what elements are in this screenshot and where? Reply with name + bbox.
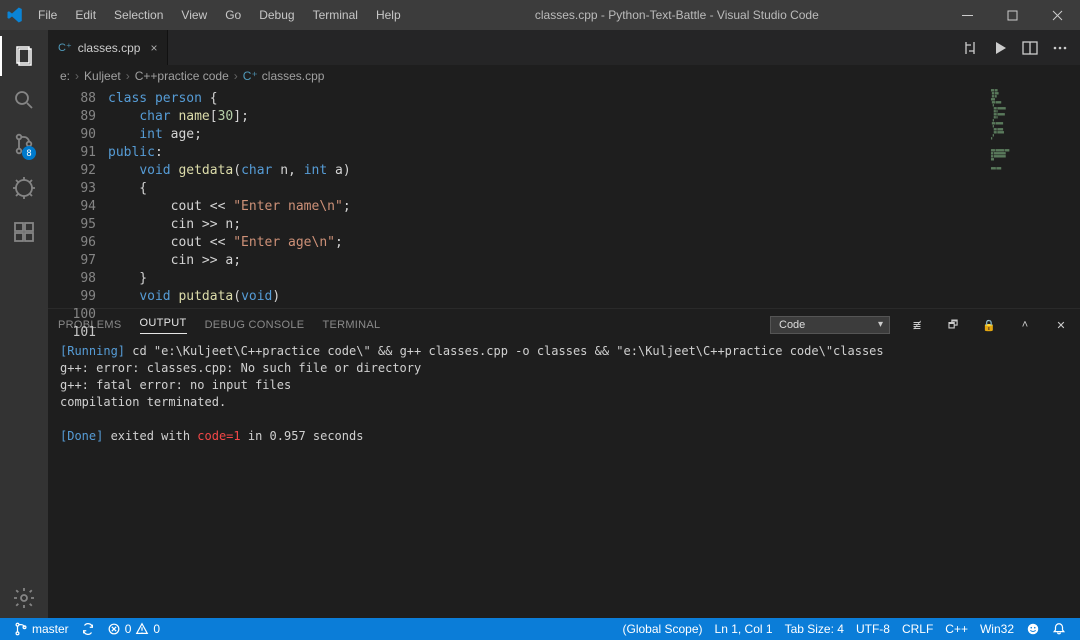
window-title: classes.cpp - Python-Text-Battle - Visua… bbox=[409, 8, 945, 22]
output-text: [Done] bbox=[60, 429, 103, 443]
debug-activity[interactable] bbox=[0, 168, 48, 208]
window-controls bbox=[945, 0, 1080, 30]
close-button[interactable] bbox=[1035, 0, 1080, 30]
breadcrumb[interactable]: e:› Kuljeet› C++practice code› C⁺ classe… bbox=[48, 65, 1080, 87]
panel-tab-output[interactable]: OUTPUT bbox=[140, 317, 187, 334]
scm-badge: 8 bbox=[22, 146, 36, 160]
status-encoding[interactable]: UTF-8 bbox=[850, 618, 896, 640]
output-text: [Running] bbox=[60, 344, 125, 358]
warning-icon bbox=[135, 622, 149, 636]
split-editor-icon[interactable] bbox=[1022, 40, 1038, 56]
output-text: in 0.957 seconds bbox=[241, 429, 364, 443]
source-control-activity[interactable]: 8 bbox=[0, 124, 48, 164]
status-label: 0 bbox=[153, 622, 160, 636]
editor-area: C⁺ classes.cpp × e:› Kuljeet› C++practic… bbox=[48, 30, 1080, 618]
status-platform[interactable]: Win32 bbox=[974, 618, 1020, 640]
sync-icon bbox=[81, 622, 95, 636]
menu-selection[interactable]: Selection bbox=[106, 4, 171, 26]
status-language[interactable]: C++ bbox=[939, 618, 974, 640]
breadcrumb-item[interactable]: classes.cpp bbox=[262, 69, 325, 83]
menu-view[interactable]: View bbox=[173, 4, 215, 26]
title-bar: File Edit Selection View Go Debug Termin… bbox=[0, 0, 1080, 30]
menu-terminal[interactable]: Terminal bbox=[305, 4, 366, 26]
tab-close-icon[interactable]: × bbox=[150, 41, 157, 55]
lock-scroll-icon[interactable]: 🔒 bbox=[980, 319, 998, 332]
activity-bar: 8 bbox=[0, 30, 48, 618]
menu-edit[interactable]: Edit bbox=[67, 4, 104, 26]
status-tabsize[interactable]: Tab Size: 4 bbox=[779, 618, 850, 640]
status-problems[interactable]: 0 0 bbox=[101, 618, 166, 640]
status-notifications[interactable] bbox=[1046, 618, 1072, 640]
maximize-panel-icon[interactable]: ˄ bbox=[1016, 319, 1034, 331]
status-bar: master 0 0 (Global Scope) Ln 1, Col 1 Ta… bbox=[0, 618, 1080, 640]
minimap[interactable]: ███ ███ ██ ████ ██ ██ ████ ███ ██████ █ … bbox=[985, 87, 1080, 308]
run-code-icon[interactable] bbox=[992, 40, 1008, 56]
code-editor[interactable]: 888990919293949596979899100101 class per… bbox=[48, 87, 1080, 308]
clear-output-icon[interactable]: ≣̸ bbox=[908, 319, 926, 332]
output-body[interactable]: [Running] cd "e:\Kuljeet\C++practice cod… bbox=[48, 341, 1080, 618]
menu-go[interactable]: Go bbox=[217, 4, 249, 26]
panel: PROBLEMS OUTPUT DEBUG CONSOLE TERMINAL C… bbox=[48, 308, 1080, 618]
menu-help[interactable]: Help bbox=[368, 4, 409, 26]
cpp-file-icon: C⁺ bbox=[58, 41, 72, 54]
smiley-icon bbox=[1026, 622, 1040, 636]
menu-debug[interactable]: Debug bbox=[251, 4, 302, 26]
status-cursor[interactable]: Ln 1, Col 1 bbox=[709, 618, 779, 640]
explorer-activity[interactable] bbox=[0, 36, 48, 76]
line-number-gutter: 888990919293949596979899100101 bbox=[48, 87, 108, 308]
panel-tab-terminal[interactable]: TERMINAL bbox=[322, 319, 380, 331]
output-text: exited with bbox=[103, 429, 197, 443]
extensions-activity[interactable] bbox=[0, 212, 48, 252]
open-log-icon[interactable]: 🗗 bbox=[944, 316, 962, 335]
status-sync[interactable] bbox=[75, 618, 101, 640]
settings-activity[interactable] bbox=[0, 578, 48, 618]
tab-classes-cpp[interactable]: C⁺ classes.cpp × bbox=[48, 30, 168, 65]
output-text: compilation terminated. bbox=[60, 394, 1068, 411]
more-actions-icon[interactable] bbox=[1052, 40, 1068, 56]
status-feedback[interactable] bbox=[1020, 618, 1046, 640]
output-text: code=1 bbox=[197, 429, 240, 443]
menu-bar: File Edit Selection View Go Debug Termin… bbox=[30, 4, 409, 26]
branch-icon bbox=[14, 622, 28, 636]
cpp-file-icon: C⁺ bbox=[243, 69, 258, 83]
compare-changes-icon[interactable] bbox=[962, 40, 978, 56]
status-label: 0 bbox=[125, 622, 132, 636]
breadcrumb-item[interactable]: e: bbox=[60, 69, 70, 83]
close-panel-icon[interactable]: ✕ bbox=[1052, 319, 1070, 332]
breadcrumb-item[interactable]: C++practice code bbox=[135, 69, 229, 83]
error-icon bbox=[107, 622, 121, 636]
maximize-button[interactable] bbox=[990, 0, 1035, 30]
output-channel-dropdown[interactable]: Code bbox=[770, 316, 890, 334]
editor-actions bbox=[950, 30, 1080, 65]
panel-tab-debug-console[interactable]: DEBUG CONSOLE bbox=[205, 319, 305, 331]
status-eol[interactable]: CRLF bbox=[896, 618, 939, 640]
editor-tabs: C⁺ classes.cpp × bbox=[48, 30, 1080, 65]
vscode-logo-icon bbox=[6, 6, 24, 24]
status-scope[interactable]: (Global Scope) bbox=[616, 618, 708, 640]
menu-file[interactable]: File bbox=[30, 4, 65, 26]
search-activity[interactable] bbox=[0, 80, 48, 120]
bell-icon bbox=[1052, 622, 1066, 636]
minimize-button[interactable] bbox=[945, 0, 990, 30]
output-text: g++: error: classes.cpp: No such file or… bbox=[60, 360, 1068, 377]
output-text: cd "e:\Kuljeet\C++practice code\" && g++… bbox=[125, 344, 884, 358]
tab-label: classes.cpp bbox=[78, 41, 141, 55]
breadcrumb-item[interactable]: Kuljeet bbox=[84, 69, 121, 83]
status-branch[interactable]: master bbox=[8, 618, 75, 640]
status-label: master bbox=[32, 622, 69, 636]
output-text: g++: fatal error: no input files bbox=[60, 377, 1068, 394]
code-content[interactable]: class person { char name[30]; int age;pu… bbox=[108, 87, 985, 308]
panel-tabs: PROBLEMS OUTPUT DEBUG CONSOLE TERMINAL C… bbox=[48, 309, 1080, 341]
